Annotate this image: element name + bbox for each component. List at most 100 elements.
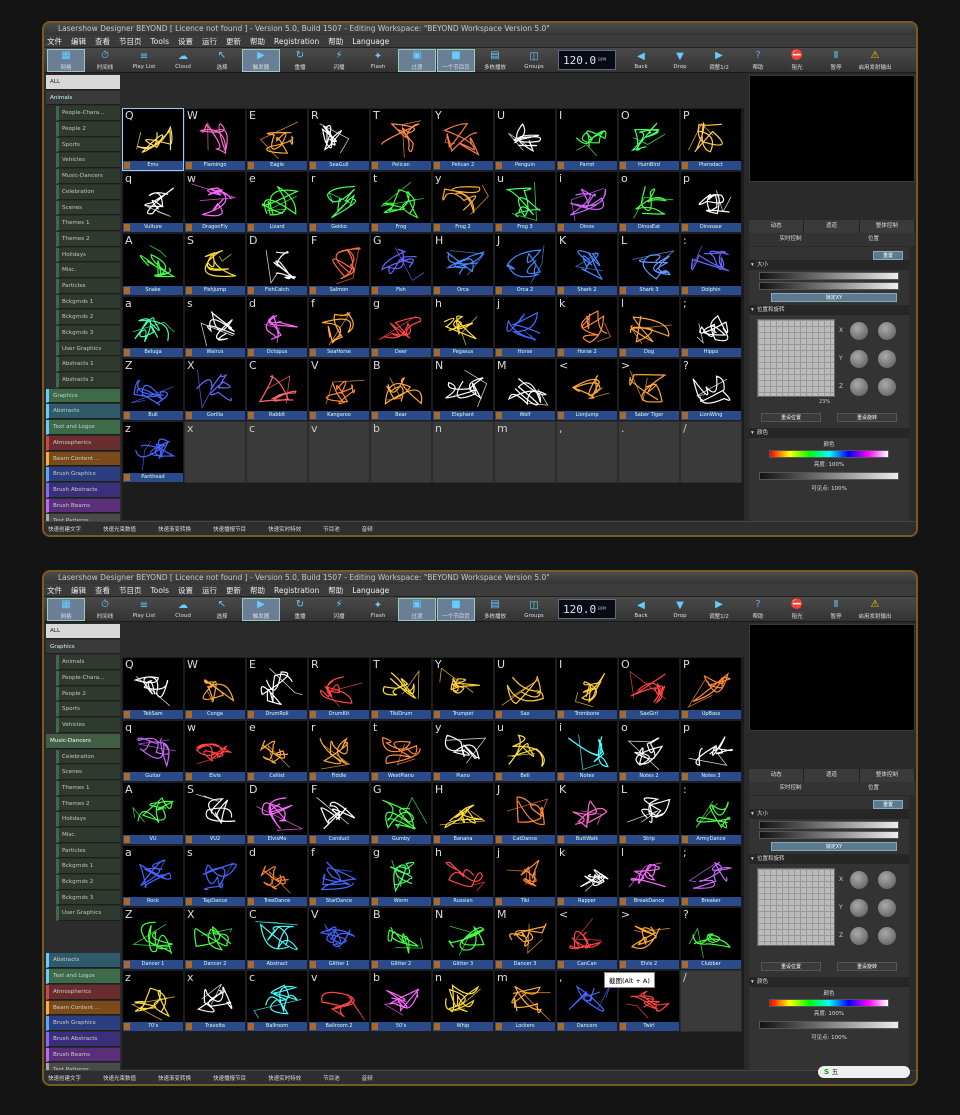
category-bckgrnds-1[interactable]: Bckgrnds 1 xyxy=(56,294,120,310)
adjust-button[interactable]: ▶ 调整1/2 xyxy=(700,598,738,621)
cue-cell[interactable]: y Frog 2 xyxy=(432,170,494,233)
cue-cell[interactable]: f SeaHorse xyxy=(308,295,370,358)
property-tab-2[interactable]: 整体控制 xyxy=(860,769,915,782)
rotation-knob[interactable] xyxy=(849,926,869,946)
cue-cell[interactable]: V Glitter 1 xyxy=(308,907,370,970)
cue-cell[interactable]: J CatDance xyxy=(494,782,556,845)
color-bar[interactable] xyxy=(769,999,889,1007)
category-misc-[interactable]: Misc. xyxy=(56,263,120,278)
category-scenes[interactable]: Scenes xyxy=(56,200,120,216)
adjust-button[interactable]: ▶ 调整1/2 xyxy=(700,49,738,72)
cue-cell[interactable]: a Beluga xyxy=(122,295,184,358)
cue-cell[interactable]: P UpBass xyxy=(680,657,742,720)
menu-11[interactable]: Language xyxy=(352,37,389,46)
menu-11[interactable]: Language xyxy=(352,586,389,595)
color-section[interactable]: 颜色 xyxy=(749,428,909,438)
cue-cell[interactable]: c xyxy=(246,420,308,483)
menu-10[interactable]: 帮助 xyxy=(328,36,343,47)
select-button[interactable]: ↖ 选择 xyxy=(203,598,241,621)
blackout-button[interactable]: ⛔ 阻光 xyxy=(778,598,816,621)
cue-cell[interactable]: W Flamingo xyxy=(184,108,246,171)
category-music-dancers[interactable]: Music-Dancers xyxy=(56,169,120,184)
cue-cell[interactable]: N Elephant xyxy=(432,358,494,421)
cue-cell[interactable]: d TreeDance xyxy=(246,844,308,907)
cue-cell[interactable]: > Elvis 2 xyxy=(618,907,680,970)
cue-cell[interactable]: M Dancer 3 xyxy=(494,907,556,970)
category-animals[interactable]: Animals xyxy=(46,90,120,106)
status-tab-6[interactable]: 音频 xyxy=(362,525,373,533)
cue-cell[interactable]: Q TekSam xyxy=(122,657,184,720)
one-page-button[interactable]: ■ 一个节目页 xyxy=(437,48,475,72)
cue-cell[interactable]: o DinosEat xyxy=(618,170,680,233)
cue-cell[interactable]: F Conduct xyxy=(308,782,370,845)
category-atmospherics[interactable]: Atmospherics xyxy=(46,984,120,1000)
status-tab-1[interactable]: 快速光束数值 xyxy=(103,1074,136,1082)
cue-cell[interactable]: ? Clubber xyxy=(680,907,742,970)
cue-cell[interactable]: q Vulture xyxy=(122,170,184,233)
cue-cell[interactable]: p Dinosaur xyxy=(680,170,742,233)
cue-cell[interactable]: z Panthead xyxy=(122,420,184,483)
cue-cell[interactable]: i Dinos xyxy=(556,170,618,233)
cue-cell[interactable]: S FishJump xyxy=(184,233,246,296)
cue-cell[interactable]: p Notes 3 xyxy=(680,719,742,782)
reset-position-button[interactable]: 重设位置 xyxy=(761,962,821,971)
size-section[interactable]: 大小 xyxy=(749,260,909,270)
category-vehicles[interactable]: Vehicles xyxy=(56,153,120,169)
cue-cell[interactable]: U Sax xyxy=(494,657,556,720)
menu-1[interactable]: 编辑 xyxy=(71,36,86,47)
ime-toolbar[interactable]: S 五 xyxy=(818,1066,910,1078)
status-tab-5[interactable]: 节目池 xyxy=(323,1074,340,1082)
category-misc-[interactable]: Misc. xyxy=(56,827,120,843)
timeline-button[interactable]: ⏱ 时间线 xyxy=(86,598,124,621)
cue-cell[interactable]: g Deer xyxy=(370,295,432,358)
cue-cell[interactable]: g Worm xyxy=(370,844,432,907)
category-celebration[interactable]: Celebration xyxy=(56,749,120,765)
cue-cell[interactable]: K Shark 2 xyxy=(556,233,618,296)
cue-cell[interactable]: E Eagle xyxy=(246,108,308,171)
transition-button[interactable]: ▣ 过渡 xyxy=(398,48,436,72)
category-user-graphics[interactable]: User Graphics xyxy=(56,906,120,922)
category-abstracts-2[interactable]: Abstracts 2 xyxy=(56,373,120,388)
cue-cell[interactable]: s Walrus xyxy=(184,295,246,358)
cue-cell[interactable]: A Snake xyxy=(122,233,184,296)
menu-9[interactable]: Registration xyxy=(274,586,319,595)
rotation-knob[interactable] xyxy=(849,377,869,397)
cue-cell[interactable]: Z Dancer 1 xyxy=(122,907,184,970)
category-themes-2[interactable]: Themes 2 xyxy=(56,231,120,247)
cue-cell[interactable]: x xyxy=(184,420,246,483)
category-holidays[interactable]: Holidays xyxy=(56,247,120,263)
flash-button[interactable]: ✦ Flash xyxy=(359,49,397,72)
cue-cell[interactable]: d Octopus xyxy=(246,295,308,358)
cue-cell[interactable]: E DrumRoll xyxy=(246,657,308,720)
lock-xy-button[interactable]: 锁定XY xyxy=(771,842,897,851)
color-section[interactable]: 颜色 xyxy=(749,977,909,987)
status-tab-4[interactable]: 快速实时特效 xyxy=(268,1074,301,1082)
cue-cell[interactable]: n xyxy=(432,420,494,483)
menu-6[interactable]: 运行 xyxy=(202,36,217,47)
transition-button[interactable]: ▣ 过渡 xyxy=(398,597,436,621)
cue-cell[interactable]: Z Bull xyxy=(122,358,184,421)
cue-cell[interactable]: S VU2 xyxy=(184,782,246,845)
rotation-knob[interactable] xyxy=(849,898,869,918)
cue-cell[interactable]: Y Trumpet xyxy=(432,657,494,720)
cue-cell[interactable]: / xyxy=(680,420,742,483)
menu-1[interactable]: 编辑 xyxy=(71,585,86,596)
category-brush-abstracts[interactable]: Brush Abstracts xyxy=(46,1031,120,1047)
menu-5[interactable]: 设置 xyxy=(178,585,193,596)
cue-cell[interactable]: K ButtWalk xyxy=(556,782,618,845)
cue-cell[interactable]: b 50's xyxy=(370,969,432,1032)
menu-3[interactable]: 节目页 xyxy=(119,36,142,47)
category-brush-graphics[interactable]: Brush Graphics xyxy=(46,1016,120,1031)
rotation-knob[interactable] xyxy=(849,870,869,890)
lock-xy-button[interactable]: 锁定XY xyxy=(771,293,897,302)
menu-0[interactable]: 文件 xyxy=(47,36,62,47)
property-subtab-0[interactable]: 实时控制 xyxy=(749,782,832,795)
property-subtab-0[interactable]: 实时控制 xyxy=(749,233,832,246)
size-slider-x[interactable] xyxy=(759,272,899,280)
cue-cell[interactable]: h Russian xyxy=(432,844,494,907)
cue-cell[interactable]: M Wolf xyxy=(494,358,556,421)
property-tab-1[interactable]: 遗道 xyxy=(804,769,860,782)
menu-8[interactable]: 帮助 xyxy=(250,36,265,47)
bpm-display[interactable]: 120.0 BPM xyxy=(558,599,616,619)
cue-cell[interactable]: A VU xyxy=(122,782,184,845)
